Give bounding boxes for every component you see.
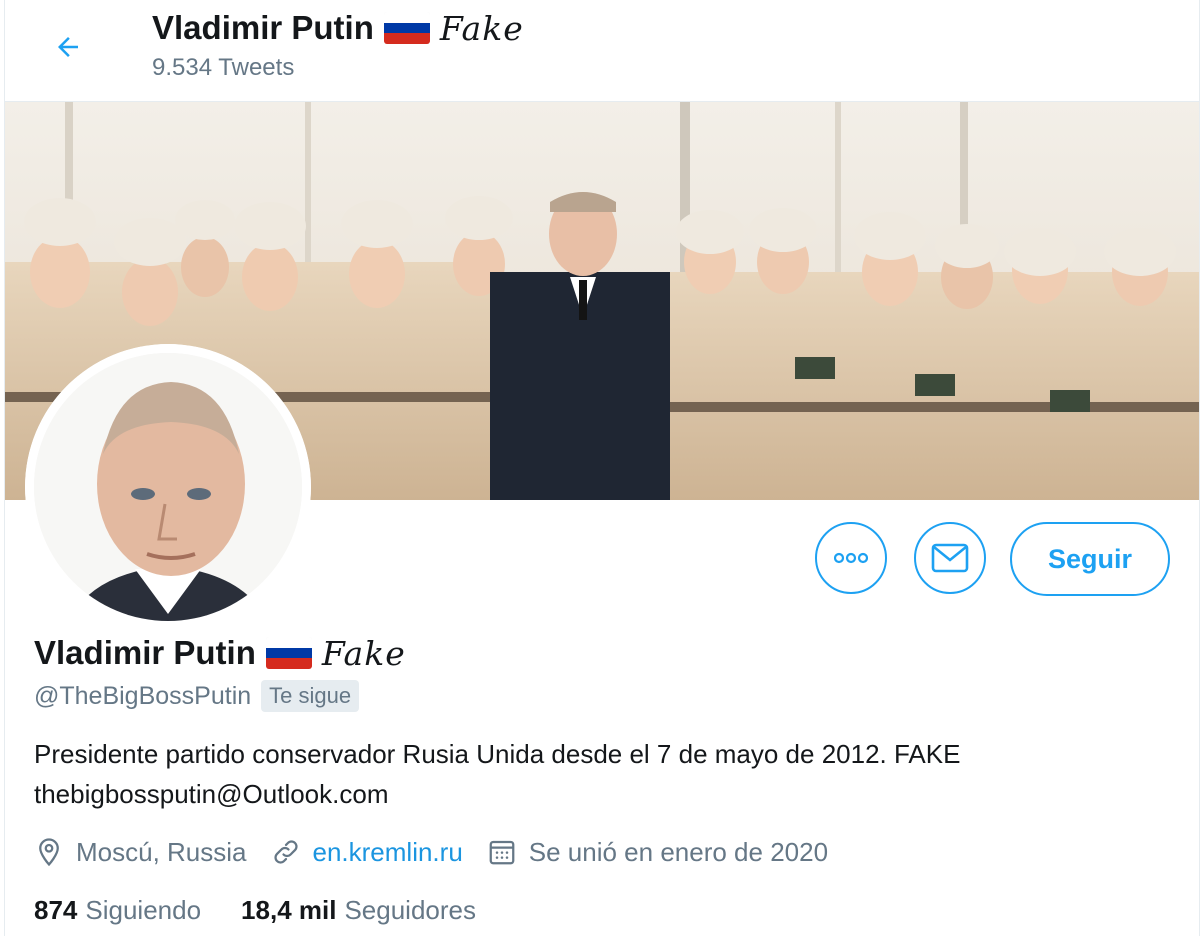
profile-stats: 874 Siguiendo 18,4 mil Seguidores — [34, 890, 516, 930]
back-button[interactable] — [43, 22, 93, 72]
envelope-icon — [931, 543, 969, 573]
bio-line: Presidente partido conservador Rusia Uni… — [34, 739, 961, 769]
header-title: Vladimir Putin Fake — [152, 8, 524, 48]
website-link[interactable]: en.kremlin.ru — [313, 837, 463, 868]
column-border-right — [1199, 0, 1200, 936]
link-icon — [273, 840, 298, 864]
header-name: Vladimir Putin — [152, 9, 374, 46]
more-options-button[interactable] — [815, 522, 887, 594]
following-label: Siguiendo — [85, 894, 202, 925]
bio-line: thebigbossputin@Outlook.com — [34, 779, 389, 809]
handle-row: @TheBigBossPutin Te sigue — [34, 678, 360, 714]
profile-location: Moscú, Russia — [34, 837, 247, 868]
location-text: Moscú, Russia — [76, 836, 247, 867]
followers-label: Seguidores — [344, 894, 476, 925]
followers-count: 18,4 mil — [241, 894, 337, 925]
profile-joined: Se unió en enero de 2020 — [487, 837, 828, 868]
profile-bio: Presidente partido conservador Rusia Uni… — [34, 734, 1174, 814]
more-icon — [834, 552, 868, 564]
profile-avatar[interactable] — [25, 344, 311, 630]
profile-page: Vladimir Putin Fake 9.534 Tweets Seguir … — [0, 0, 1202, 936]
profile-fake-label: Fake — [321, 633, 406, 673]
following-link[interactable]: 874 Siguiendo — [34, 895, 201, 926]
header-tweet-count: 9.534 Tweets — [152, 54, 295, 81]
profile-name-row: Vladimir Putin Fake — [34, 632, 406, 674]
russia-flag-icon — [383, 12, 430, 44]
profile-name: Vladimir Putin — [34, 634, 256, 671]
profile-header-bar: Vladimir Putin Fake 9.534 Tweets — [5, 0, 1199, 102]
location-pin-icon — [39, 838, 59, 867]
profile-website: en.kremlin.ru — [271, 837, 463, 868]
arrow-left-icon — [58, 37, 78, 57]
following-count: 874 — [34, 894, 78, 925]
avatar-photo — [25, 344, 311, 630]
calendar-icon — [489, 840, 515, 865]
russia-flag-icon — [265, 637, 312, 669]
follow-button[interactable]: Seguir — [1010, 522, 1170, 596]
follows-you-badge: Te sigue — [261, 680, 360, 712]
header-fake-label: Fake — [439, 8, 524, 48]
message-button[interactable] — [914, 522, 986, 594]
profile-meta: Moscú, Russia en.kremlin.ru Se unió en e… — [34, 830, 852, 874]
joined-text: Se unió en enero de 2020 — [528, 836, 829, 867]
profile-handle: @TheBigBossPutin — [34, 681, 252, 710]
followers-link[interactable]: 18,4 mil Seguidores — [241, 895, 476, 926]
